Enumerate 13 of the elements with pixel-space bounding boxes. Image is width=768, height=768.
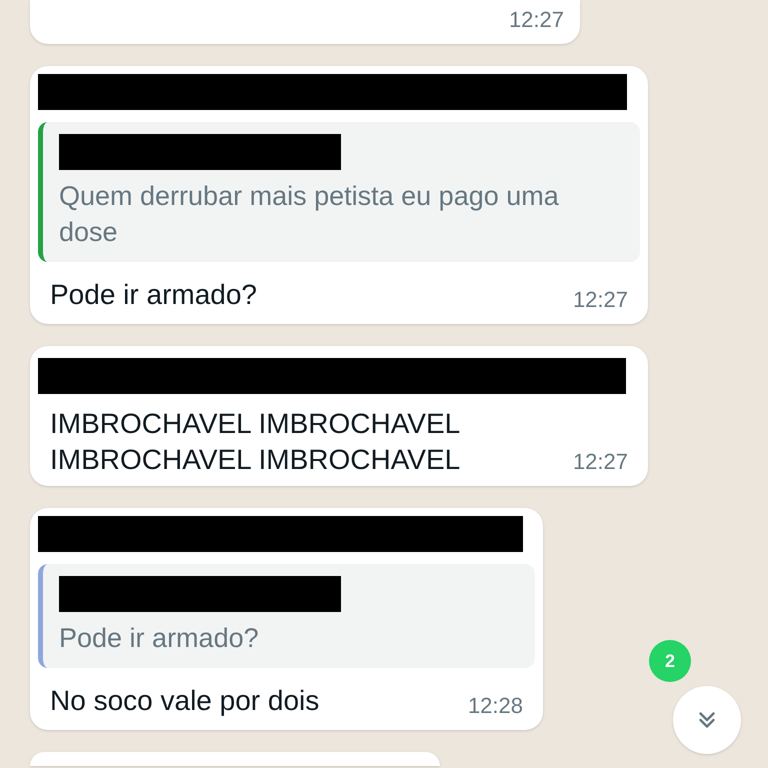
quoted-text: Quem derrubar mais petista eu pago uma dose — [59, 180, 560, 249]
message-text: IMBROCHAVEL IMBROCHAVEL — [50, 443, 460, 477]
message-text: No soco vale por dois — [50, 684, 320, 718]
quoted-message[interactable]: Pode ir armado? — [38, 564, 535, 668]
message-text: IMBROCHAVEL IMBROCHAVEL — [50, 407, 460, 441]
unread-badge: 2 — [649, 640, 691, 682]
message-time: 12:27 — [572, 448, 628, 476]
message-text: Pode ir armado? — [50, 278, 258, 312]
quoted-text: Pode ir armado? — [59, 622, 260, 655]
message-time: 12:27 — [572, 286, 628, 314]
quoted-message[interactable]: Quem derrubar mais petista eu pago uma dose — [38, 122, 640, 262]
message-time: 12:27 — [508, 6, 564, 34]
message-time: 12:28 — [468, 692, 523, 720]
